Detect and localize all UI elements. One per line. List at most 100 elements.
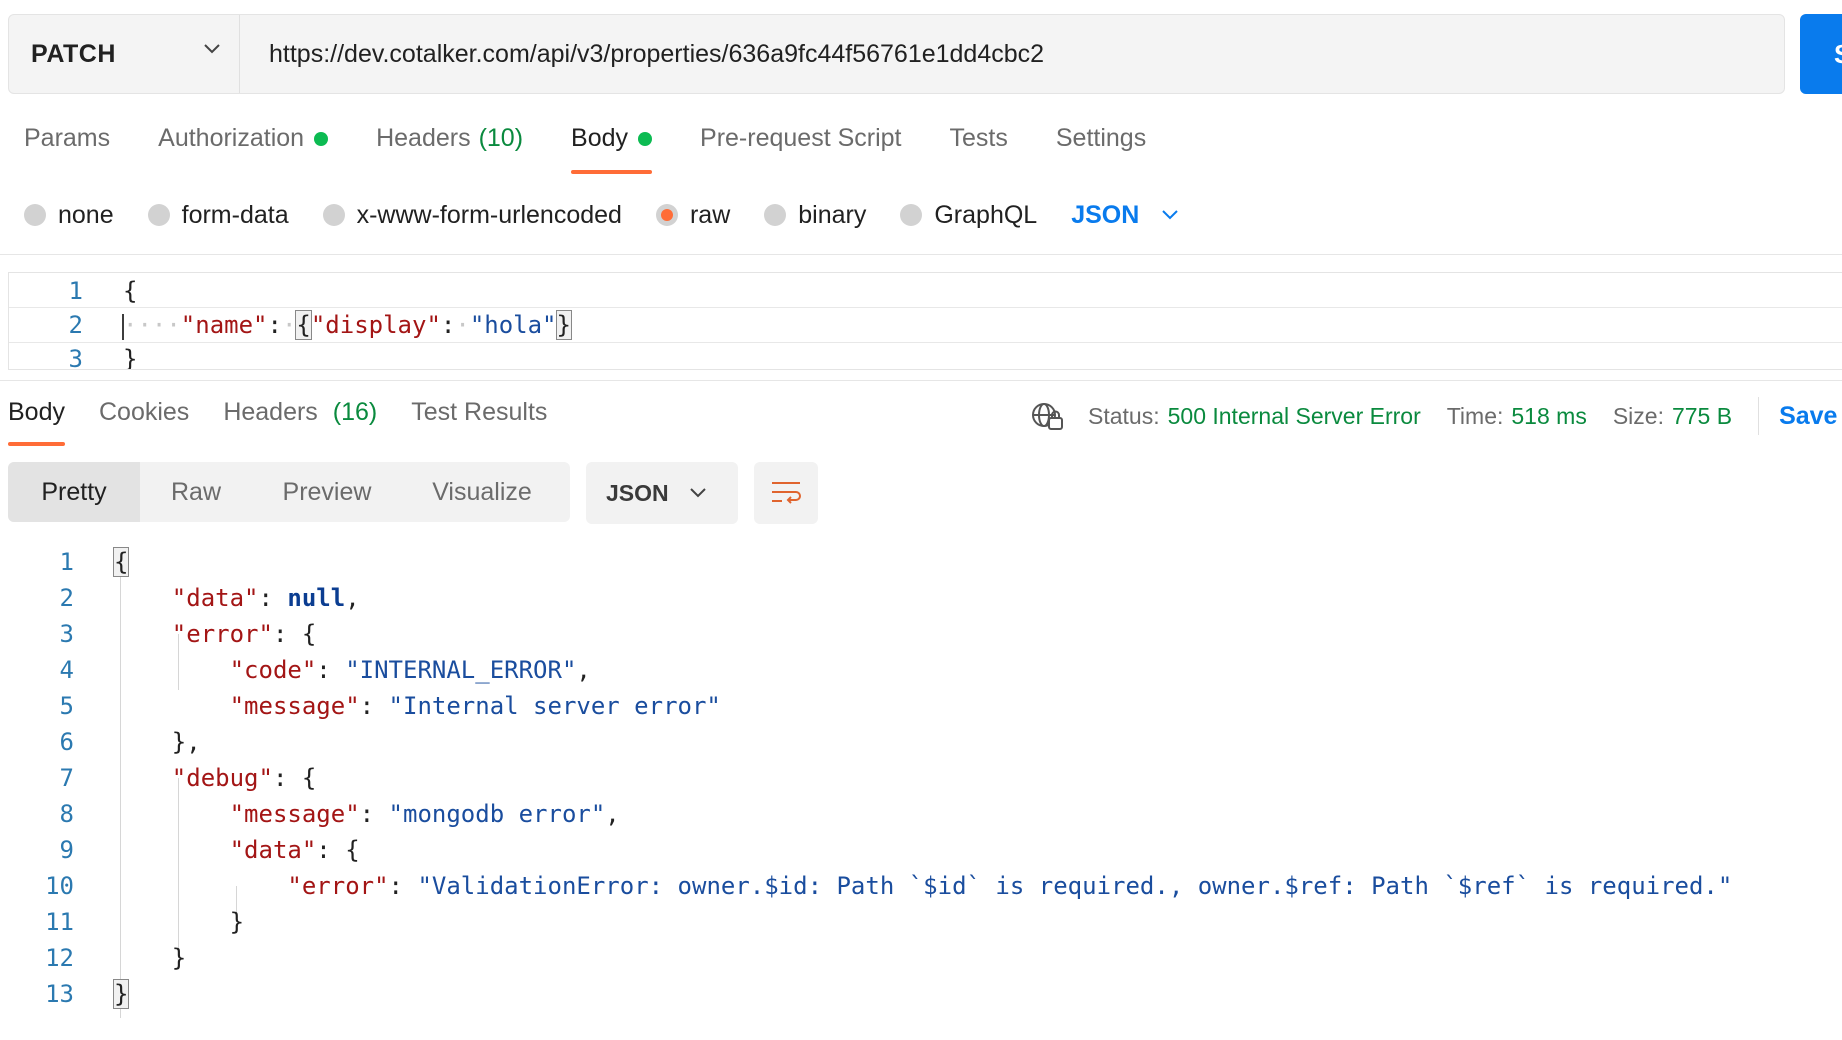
time-value[interactable]: 518 ms xyxy=(1511,403,1586,430)
line-number: 3 xyxy=(59,620,74,648)
view-preview-button[interactable]: Preview xyxy=(252,462,402,522)
tab-cookies[interactable]: Cookies xyxy=(99,398,189,446)
json-null: null xyxy=(287,584,346,612)
response-format-label: JSON xyxy=(606,479,669,506)
divider xyxy=(1758,397,1760,435)
wrap-lines-button[interactable] xyxy=(754,462,818,524)
code-line: 1 { xyxy=(9,273,1842,309)
tab-label: Params xyxy=(24,124,111,152)
radio-binary[interactable]: binary xyxy=(764,201,866,230)
line-number: 6 xyxy=(59,728,74,756)
response-format-select[interactable]: JSON xyxy=(586,462,738,524)
json-key: "error" xyxy=(171,620,273,648)
code-line: 7 "debug": { xyxy=(0,760,1842,796)
json-key: "message" xyxy=(229,800,360,828)
tab-headers[interactable]: Headers (10) xyxy=(376,124,523,174)
tab-count: (10) xyxy=(478,124,524,152)
code-text: } xyxy=(114,908,245,936)
line-number: 9 xyxy=(59,836,74,864)
code-line: 3 "error": { xyxy=(0,616,1842,652)
view-mode-tabs: Pretty Raw Preview Visualize xyxy=(8,462,570,522)
view-pretty-button[interactable]: Pretty xyxy=(8,462,140,522)
line-number: 8 xyxy=(59,800,74,828)
tab-body[interactable]: Body xyxy=(571,124,653,174)
code-line: 9 "data": { xyxy=(0,832,1842,868)
json-key: "data" xyxy=(171,584,259,612)
line-number: 12 xyxy=(45,944,74,972)
code-text: "data": { xyxy=(229,836,360,864)
radio-circle xyxy=(655,204,678,226)
save-response-button[interactable]: Save xyxy=(1779,402,1837,431)
url-bar: PATCH xyxy=(8,14,1785,94)
json-string: "mongodb error" xyxy=(388,800,606,828)
globe-lock-icon[interactable] xyxy=(1030,401,1064,431)
tab-label: Headers xyxy=(376,124,471,152)
method-select[interactable]: PATCH xyxy=(9,15,240,93)
radio-x-www-form-urlencoded[interactable]: x-www-form-urlencoded xyxy=(322,201,622,230)
tab-label: Headers xyxy=(223,398,318,426)
line-number: 1 xyxy=(68,277,83,305)
wrap-lines-icon xyxy=(772,482,801,504)
radio-raw[interactable]: raw xyxy=(655,201,730,230)
send-button[interactable]: S xyxy=(1800,14,1842,94)
body-format-label: JSON xyxy=(1071,200,1140,229)
json-key: "code" xyxy=(229,656,317,684)
radio-form-data[interactable]: form-data xyxy=(147,201,289,230)
code-text: { xyxy=(112,547,130,577)
code-line: 2 "data": null, xyxy=(0,580,1842,616)
radio-none[interactable]: none xyxy=(24,201,114,230)
tab-pre-request-script[interactable]: Pre-request Script xyxy=(700,124,901,174)
tab-tests[interactable]: Tests xyxy=(950,124,1008,174)
tab-label: Test Results xyxy=(411,398,548,426)
code-text: } xyxy=(123,345,138,370)
json-key: "name" xyxy=(180,311,268,339)
radio-circle xyxy=(764,204,787,226)
chevron-down-icon xyxy=(1162,210,1179,220)
size-value[interactable]: 775 B xyxy=(1672,403,1732,430)
tab-label: Tests xyxy=(949,124,1008,152)
line-number: 7 xyxy=(59,764,74,792)
code-line: 11 } xyxy=(0,904,1842,940)
line-number: 2 xyxy=(68,311,83,339)
json-key: "error" xyxy=(287,872,389,900)
tab-authorization[interactable]: Authorization xyxy=(158,124,329,174)
code-line: 4 "code": "INTERNAL_ERROR", xyxy=(0,652,1842,688)
chevron-down-icon xyxy=(204,44,220,54)
code-text: "message": "Internal server error" xyxy=(229,692,721,720)
view-visualize-button[interactable]: Visualize xyxy=(402,462,562,522)
tab-response-body[interactable]: Body xyxy=(8,398,65,446)
tab-label: Body xyxy=(8,398,65,426)
radio-circle xyxy=(900,204,923,226)
code-line: 12 } xyxy=(0,940,1842,976)
code-text: } xyxy=(112,979,130,1009)
line-number: 13 xyxy=(45,980,74,1008)
line-number: 1 xyxy=(59,548,74,576)
tab-settings[interactable]: Settings xyxy=(1056,124,1146,174)
code-text: "debug": { xyxy=(171,764,317,792)
code-line: 3 } xyxy=(9,341,1842,370)
radio-circle xyxy=(147,204,170,226)
json-string: "ValidationError: owner.$id: Path `$id` … xyxy=(417,872,1733,900)
radio-circle xyxy=(24,204,46,226)
response-tabs: Body Cookies Headers (16) Test Results xyxy=(8,398,581,446)
radio-graphql[interactable]: GraphQL xyxy=(900,201,1037,230)
body-format-select[interactable]: JSON xyxy=(1071,201,1179,230)
view-raw-button[interactable]: Raw xyxy=(140,462,252,522)
code-line: 8 "message": "mongodb error", xyxy=(0,796,1842,832)
tab-label: Body xyxy=(571,124,629,152)
radio-label: binary xyxy=(798,200,867,229)
status-label: Status: xyxy=(1088,402,1160,429)
line-number: 5 xyxy=(59,692,74,720)
response-body-viewer[interactable]: 1 { 2 "data": null, 3 "error": { 4 "code… xyxy=(0,544,1842,1024)
code-text: ····"name":·{"display":·"hola"} xyxy=(123,310,573,340)
url-input[interactable] xyxy=(241,15,1771,93)
tab-params[interactable]: Params xyxy=(24,124,110,174)
status-dot-icon xyxy=(638,132,653,146)
request-body-editor[interactable]: 1 { 2 ····"name":·{"display":·"hola"} 3 … xyxy=(8,272,1842,370)
code-text: } xyxy=(114,944,187,972)
method-label: PATCH xyxy=(31,39,116,68)
tab-response-headers[interactable]: Headers (16) xyxy=(223,398,377,446)
size-label: Size: xyxy=(1612,402,1664,429)
status-value[interactable]: 500 Internal Server Error xyxy=(1168,403,1421,430)
tab-test-results[interactable]: Test Results xyxy=(411,398,547,446)
